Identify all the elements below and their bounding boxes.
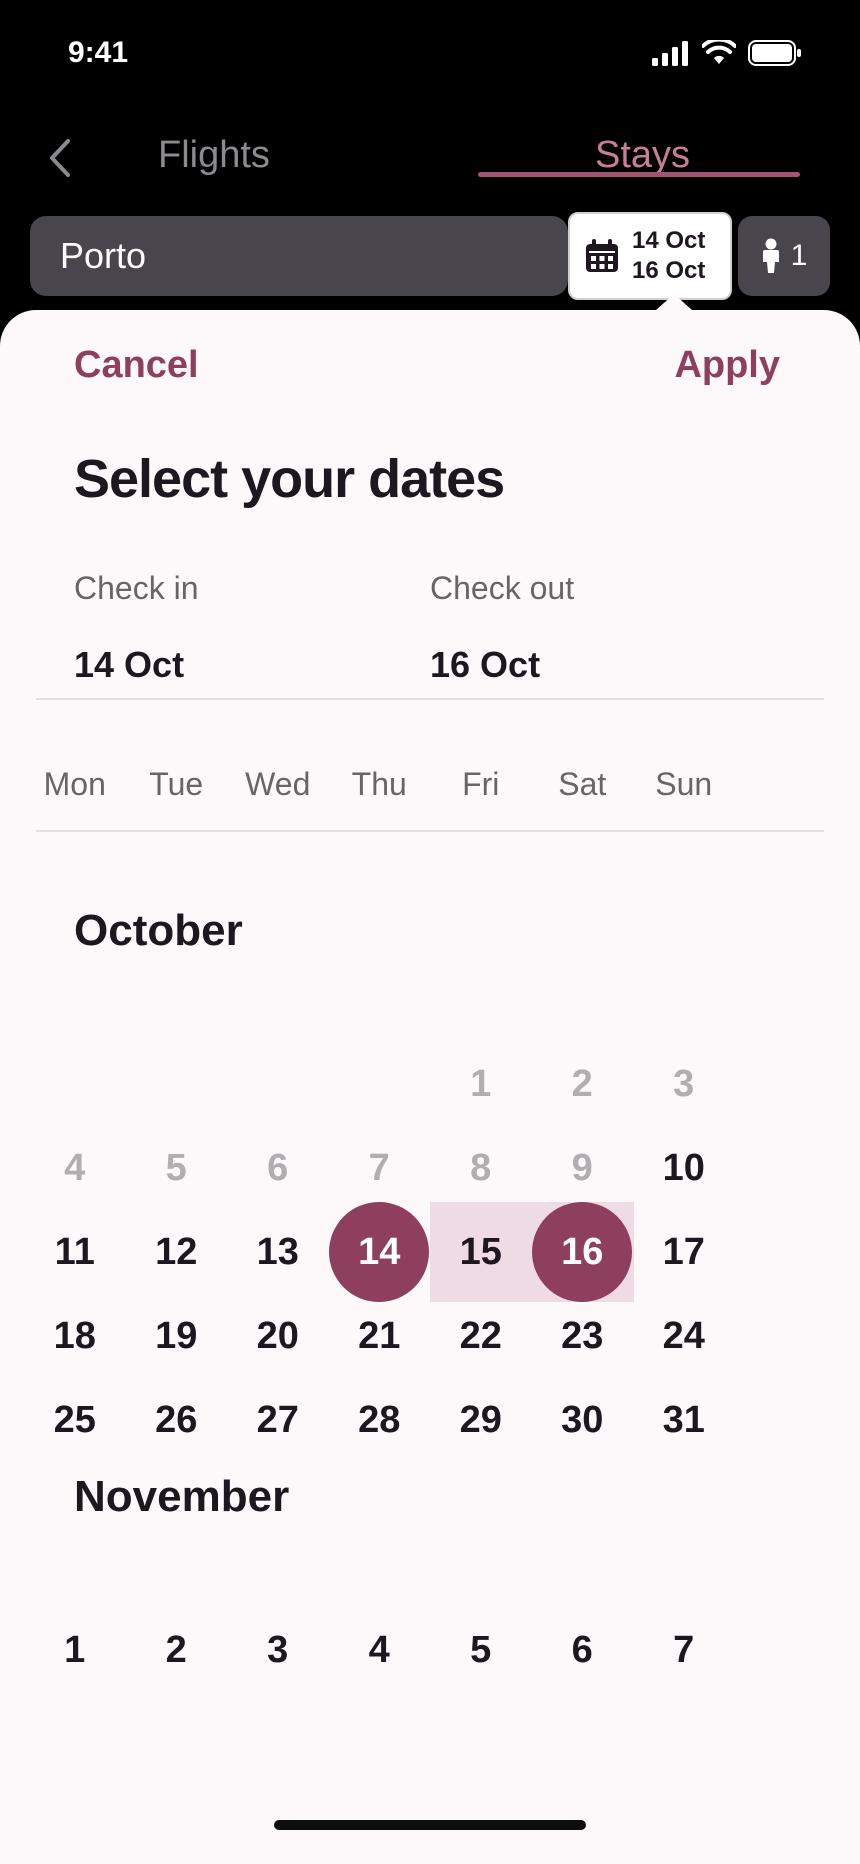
status-icons: [652, 40, 802, 66]
wifi-icon: [702, 40, 736, 64]
weekday-thu: Thu: [351, 766, 407, 802]
day-cell[interactable]: 7: [633, 1600, 735, 1700]
day-cell[interactable]: 25: [24, 1370, 126, 1470]
check-out-value[interactable]: 16 Oct: [430, 644, 540, 686]
weekday-tue: Tue: [149, 766, 204, 802]
top-nav: Flights Stays: [0, 120, 860, 200]
day-cell[interactable]: 27: [227, 1370, 329, 1470]
active-tab-indicator: [478, 172, 800, 177]
cancel-button[interactable]: Cancel: [74, 344, 199, 387]
day-cell[interactable]: 29: [430, 1370, 532, 1470]
destination-field[interactable]: Porto: [30, 216, 568, 296]
weekday-sat: Sat: [558, 766, 607, 802]
calendar-week: 25 26 27 28 29 30 31: [24, 1370, 836, 1470]
divider: [36, 698, 824, 700]
day-cell[interactable]: 5: [430, 1600, 532, 1700]
calendar-week: 1 2 3 4 5 6 7: [24, 1600, 836, 1700]
calendar-icon: [586, 239, 618, 272]
tab-flights[interactable]: Flights: [158, 134, 270, 177]
day-cell[interactable]: 4: [329, 1600, 431, 1700]
check-in-label: Check in: [74, 570, 199, 606]
weekday-mon: Mon: [43, 766, 106, 802]
day-cell[interactable]: 28: [329, 1370, 431, 1470]
popover-pointer: [656, 294, 692, 310]
day-cell[interactable]: 1: [24, 1600, 126, 1700]
apply-button[interactable]: Apply: [674, 344, 780, 387]
month-title-november: November: [74, 1472, 290, 1521]
weekday-wed: Wed: [245, 766, 311, 802]
month-title-october: October: [74, 906, 243, 955]
guests-count: 1: [790, 239, 808, 272]
check-in-value[interactable]: 14 Oct: [74, 644, 184, 686]
divider: [36, 830, 824, 832]
weekday-sun: Sun: [655, 766, 713, 802]
chip-date-out: 16 Oct: [632, 257, 706, 284]
day-cell[interactable]: 6: [532, 1600, 634, 1700]
day-cell[interactable]: 30: [532, 1370, 634, 1470]
day-cell[interactable]: 2: [126, 1600, 228, 1700]
date-picker-sheet: Cancel Apply Select your dates Check in …: [0, 310, 860, 1864]
status-bar: 9:41: [0, 0, 860, 110]
destination-text: Porto: [60, 235, 147, 276]
day-cell[interactable]: 31: [633, 1370, 735, 1470]
guests-chip[interactable]: 1: [738, 216, 830, 296]
dates-chip[interactable]: 14 Oct 16 Oct: [568, 212, 732, 300]
battery-icon: [748, 40, 801, 66]
chip-date-in: 14 Oct: [632, 227, 706, 254]
day-cell[interactable]: 26: [126, 1370, 228, 1470]
cellular-signal-icon: [652, 41, 688, 66]
weekday-header: Mon Tue Wed Thu Fri Sat Sun: [24, 766, 836, 803]
chevron-left-icon: [50, 139, 70, 177]
home-indicator: [274, 1820, 586, 1830]
status-time: 9:41: [68, 36, 129, 69]
tab-stays[interactable]: Stays: [595, 134, 690, 177]
page-title: Select your dates: [74, 449, 505, 509]
day-cell[interactable]: 3: [227, 1600, 329, 1700]
back-button[interactable]: [38, 128, 82, 188]
person-icon: [762, 238, 779, 273]
check-out-label: Check out: [430, 570, 575, 606]
weekday-fri: Fri: [462, 766, 500, 802]
